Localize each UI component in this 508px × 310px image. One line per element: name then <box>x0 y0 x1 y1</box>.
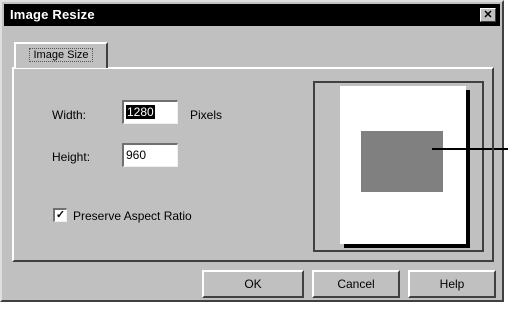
tab-label: Image Size <box>29 48 93 62</box>
dialog-title: Image Resize <box>10 7 95 22</box>
close-icon: ✕ <box>483 9 493 21</box>
title-bar[interactable]: Image Resize ✕ <box>4 4 500 26</box>
tab-panel <box>12 67 494 262</box>
cancel-button[interactable]: Cancel <box>312 270 400 298</box>
close-button[interactable]: ✕ <box>480 8 496 22</box>
tab-image-size[interactable]: Image Size <box>14 42 108 68</box>
help-button[interactable]: Help <box>408 270 496 298</box>
ok-button[interactable]: OK <box>202 270 304 298</box>
